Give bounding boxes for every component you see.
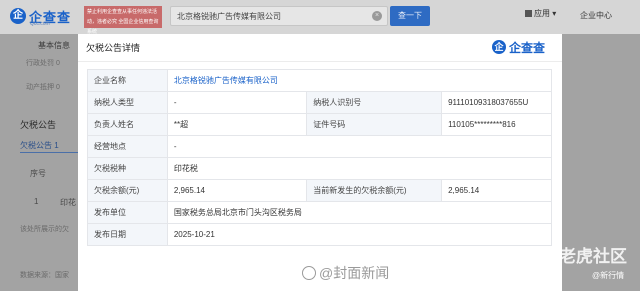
bg-tab-underline [20,152,78,153]
balance-label: 欠税余额(元) [87,179,168,202]
bg-footer-note: 该处所展示的欠 [20,226,69,233]
tab-basic-info[interactable]: 基本信息 [38,40,70,51]
publisher-value: 国家税务总局北京市门头沟区税务局 [166,201,553,224]
bg-item-penalty: 行政处罚 0 [26,60,60,67]
taxpayer-type-label: 纳税人类型 [87,91,168,114]
modal-logo-text: 企查查 [509,41,546,55]
apps-grid-icon [525,10,532,17]
principal-value: **超 [166,113,308,136]
bg-row-no: 1 [34,197,39,206]
date-label: 发布日期 [87,223,168,246]
taxpayer-type-value: - [166,91,308,114]
tax-kind-label: 欠税税种 [87,157,168,180]
company-cell: 北京格锐驰广告传媒有限公司 [166,69,553,92]
balance-value: 2,965.14 [166,179,308,202]
search-button[interactable]: 查一下 [390,6,430,26]
logo-subtitle: Qcc.com [30,21,50,27]
detail-table: 企业名称 北京格锐驰广告传媒有限公司 纳税人类型 - 纳税人识别号 911101… [87,69,553,246]
user-center-link[interactable]: 企业中心 [580,10,612,21]
modal-header: 欠税公告详情 企 企查查 [78,34,562,62]
table-row: 经营地点 - [87,135,553,158]
ad-banner[interactable]: 禁止利用企查查从事任何违法活动，违者必究 全国企业信用查询系统 [84,6,162,35]
background-left-panel: 基本信息 行政处罚 0 动产抵押 0 欠税公告 欠税公告 1 序号 1 印花 该… [0,34,78,291]
location-value: - [166,135,553,158]
watermark-text: 老虎社区 [559,247,627,266]
clear-icon[interactable]: × [372,11,382,21]
table-row: 发布单位 国家税务总局北京市门头沟区税务局 [87,201,553,224]
table-row: 发布日期 2025-10-21 [87,223,553,246]
bg-row-peek: 印花 [60,198,76,207]
table-row: 纳税人类型 - 纳税人识别号 91110109318037655U [87,91,552,114]
table-row: 企业名称 北京格锐驰广告传媒有限公司 [87,69,553,92]
qcc-logo-icon: 企 [492,40,506,54]
cert-value: 110105*********816 [441,113,552,136]
table-row: 负责人姓名 **超 证件号码 110105*********816 [87,113,552,136]
bg-section-title: 欠税公告 [20,120,57,130]
date-value: 2025-10-21 [166,223,553,246]
search-input[interactable]: 北京格锐驰广告传媒有限公司 × [170,6,388,26]
modal-logo: 企 企查查 [492,39,550,57]
bg-item-mortgage: 动产抵押 0 [26,84,60,91]
new-balance-value: 2,965.14 [441,179,552,202]
publisher-label: 发布单位 [87,201,168,224]
tax-kind-value: 印花税 [166,157,553,180]
taxpayer-id-label: 纳税人识别号 [306,91,443,114]
company-link[interactable]: 北京格锐驰广告传媒有限公司 [174,76,278,85]
cert-label: 证件号码 [306,113,443,136]
bg-col-no: 序号 [30,169,46,178]
apps-label: 应用 [534,9,550,18]
watermark-laohu: 老虎社区 [540,242,627,267]
search-value: 北京格锐驰广告传媒有限公司 [177,12,281,21]
tax-notice-modal: 欠税公告详情 企 企查查 企业名称 北京格锐驰广告传媒有限公司 纳税人类型 - … [78,34,562,291]
chevron-down-icon: ▾ [550,9,557,18]
table-row: 欠税余额(元) 2,965.14 当前新发生的欠税余额(元) 2,965.14 [87,179,552,202]
qcc-logo[interactable]: 企 企查查 Qcc.com [10,6,80,28]
company-label: 企业名称 [87,69,168,92]
weibo-icon [302,266,316,280]
new-balance-label: 当前新发生的欠税余额(元) [306,179,443,202]
tiger-logo-icon [540,248,556,264]
principal-label: 负责人姓名 [87,113,168,136]
table-row: 欠税税种 印花税 [87,157,553,180]
bg-tab-tax[interactable]: 欠税公告 1 [20,140,59,151]
watermark-xinhangqing: @新行情 [592,271,625,280]
modal-title: 欠税公告详情 [86,43,141,53]
apps-menu-button[interactable]: 应用 ▾ [525,8,556,19]
qcc-logo-icon: 企 [10,8,26,24]
taxpayer-id-value: 91110109318037655U [441,91,552,114]
watermark-fengmian: @封面新闻 [302,263,389,283]
top-bar: 企 企查查 Qcc.com 禁止利用企查查从事任何违法活动，违者必究 全国企业信… [0,0,640,35]
location-label: 经营地点 [87,135,168,158]
bg-data-source: 数据来源：国家 [20,272,69,279]
watermark-text: @封面新闻 [319,265,390,281]
